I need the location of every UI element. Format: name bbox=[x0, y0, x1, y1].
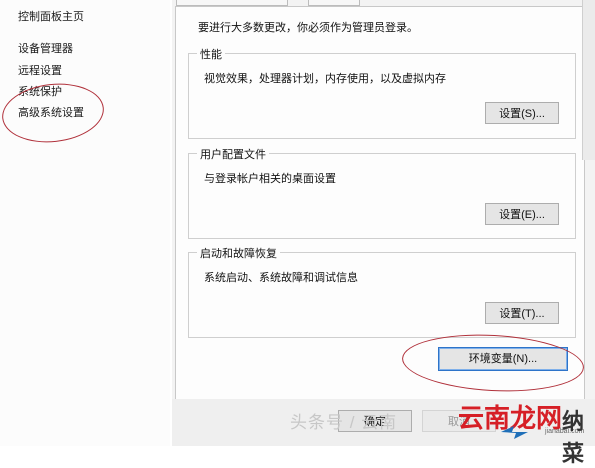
user-profiles-description: 与登录帐户相关的桌面设置 bbox=[204, 173, 336, 185]
watermark-side-text: 纳菜 bbox=[562, 409, 585, 466]
annotation-circle-env bbox=[400, 330, 586, 396]
admin-notice: 要进行大多数更改，你必须作为管理员登录。 bbox=[198, 22, 418, 34]
user-profiles-group: 用户配置文件 与登录帐户相关的桌面设置 设置(E)... bbox=[188, 146, 576, 239]
user-profiles-settings-button[interactable]: 设置(E)... bbox=[485, 203, 559, 225]
user-profiles-group-title: 用户配置文件 bbox=[197, 146, 269, 162]
performance-group: 性能 视觉效果，处理器计划，内存使用，以及虚拟内存 设置(S)... bbox=[188, 46, 576, 139]
control-panel-home-link[interactable]: 控制面板主页 bbox=[18, 8, 84, 24]
startup-recovery-group-title: 启动和故障恢复 bbox=[197, 245, 280, 261]
performance-group-title: 性能 bbox=[197, 46, 225, 62]
annotation-circle-advanced bbox=[0, 78, 107, 148]
nav-item-remote-settings[interactable]: 远程设置 bbox=[18, 62, 62, 78]
watermark-logo-icon bbox=[501, 426, 528, 439]
left-nav-panel: 控制面板主页 设备管理器 远程设置 系统保护 高级系统设置 bbox=[0, 0, 170, 446]
background-window-edge bbox=[582, 0, 595, 160]
startup-recovery-group: 启动和故障恢复 系统启动、系统故障和调试信息 设置(T)... bbox=[188, 245, 576, 338]
performance-settings-button[interactable]: 设置(S)... bbox=[485, 102, 559, 124]
system-properties-dialog: 要进行大多数更改，你必须作为管理员登录。 性能 视觉效果，处理器计划，内存使用，… bbox=[172, 0, 595, 446]
performance-description: 视觉效果，处理器计划，内存使用，以及虚拟内存 bbox=[204, 73, 446, 85]
startup-recovery-description: 系统启动、系统故障和调试信息 bbox=[204, 272, 358, 284]
advanced-tab-page: 要进行大多数更改，你必须作为管理员登录。 性能 视觉效果，处理器计划，内存使用，… bbox=[175, 6, 586, 400]
nav-item-device-manager[interactable]: 设备管理器 bbox=[18, 40, 73, 56]
watermark-text: 头条号 / 云南 bbox=[290, 413, 398, 432]
startup-recovery-settings-button[interactable]: 设置(T)... bbox=[485, 302, 559, 324]
